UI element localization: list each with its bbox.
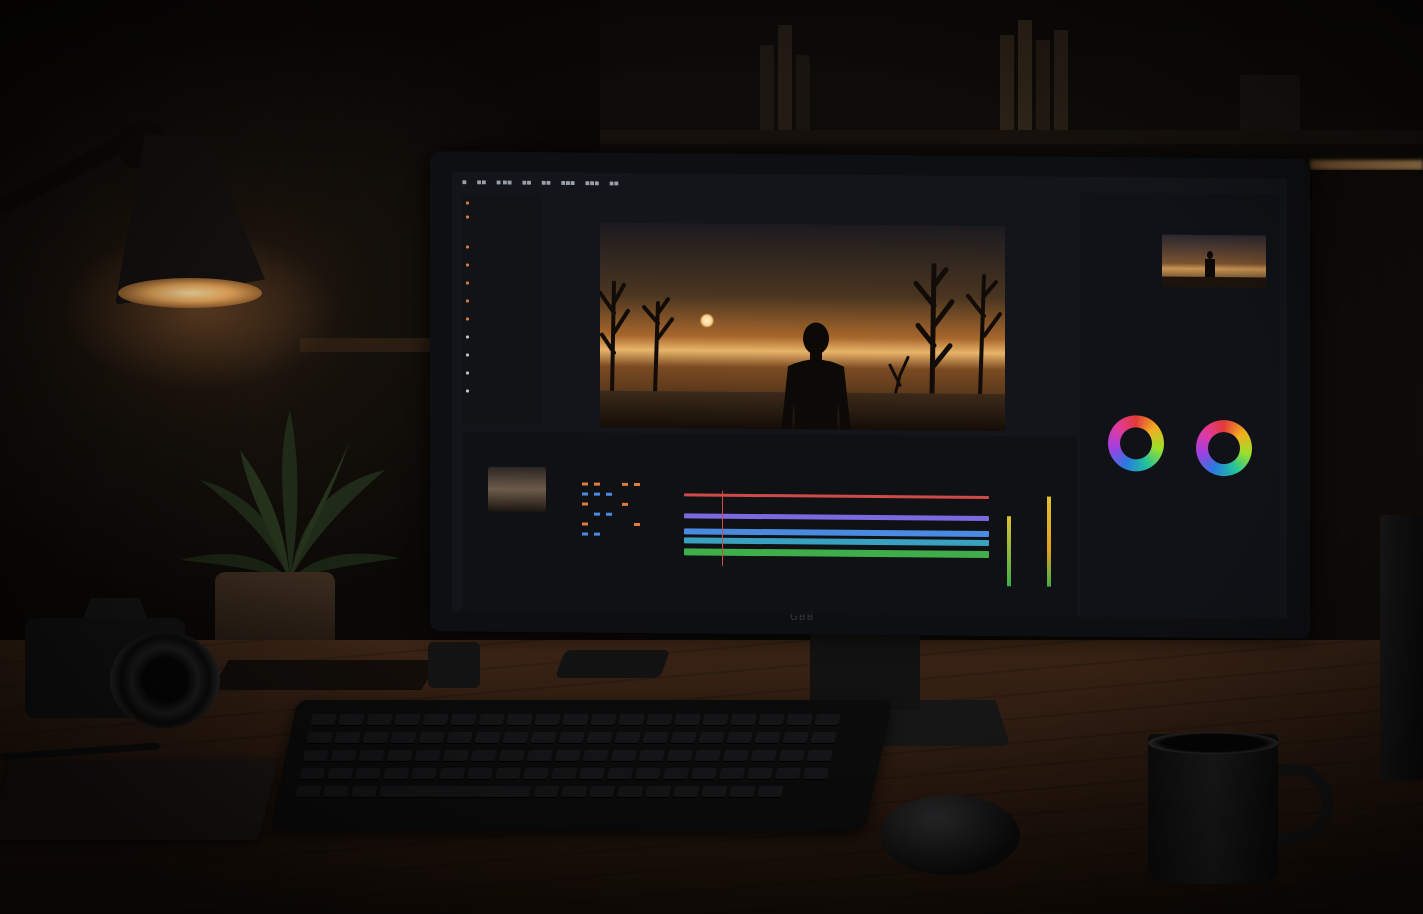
shelf-led-strip: [1310, 160, 1423, 170]
media-browser-panel: [462, 193, 542, 425]
vu-meter: [1007, 516, 1011, 587]
monitor-stand-neck: [810, 630, 920, 710]
phone: [554, 650, 671, 678]
timeline-panel: [462, 431, 1077, 617]
menu-item[interactable]: ■■: [477, 180, 486, 186]
plant-icon: [180, 410, 400, 580]
shelf-board: [600, 130, 1423, 144]
desk-hub: [428, 642, 480, 688]
clip-thumbnail[interactable]: [1162, 234, 1266, 288]
notebook-icon: [0, 760, 278, 840]
playhead[interactable]: [722, 490, 723, 566]
menu-item[interactable]: ■■: [609, 181, 618, 187]
mouse-icon: [880, 795, 1020, 875]
editor-screen: ■ ■■ ■ ■■ ■■ ■■ ■■■ ■■■ ■■: [452, 171, 1287, 619]
desk-mat: [211, 660, 439, 690]
timeline-track[interactable]: [684, 548, 989, 559]
keyboard-icon: [270, 700, 893, 830]
inspector-panel: [1080, 192, 1280, 619]
menu-item[interactable]: ■: [462, 179, 467, 185]
menu-item[interactable]: ■■: [541, 180, 550, 186]
camera-lens: [110, 632, 220, 728]
menu-item[interactable]: ■ ■■: [496, 180, 512, 186]
menu-item[interactable]: ■■■: [585, 181, 599, 187]
mug-opening: [1148, 732, 1278, 754]
timeline-track[interactable]: [684, 537, 989, 547]
speaker-icon: [1380, 515, 1423, 780]
color-wheel-icon[interactable]: [1196, 419, 1252, 477]
video-preview[interactable]: [600, 222, 1005, 432]
timeline-track[interactable]: [684, 528, 989, 538]
color-wheel-icon[interactable]: [1108, 415, 1164, 472]
menu-item[interactable]: ■■■: [561, 180, 575, 186]
mug-icon: [1148, 734, 1278, 884]
timeline-track[interactable]: [684, 493, 989, 500]
timeline-track[interactable]: [684, 513, 989, 522]
lamp-bulb: [118, 278, 262, 308]
timeline-clip-thumbnail[interactable]: [488, 466, 546, 513]
vu-meter: [1047, 496, 1051, 587]
audio-mixer: [582, 482, 640, 536]
person-silhouette: [780, 322, 852, 432]
menu-item[interactable]: ■■: [522, 180, 531, 186]
